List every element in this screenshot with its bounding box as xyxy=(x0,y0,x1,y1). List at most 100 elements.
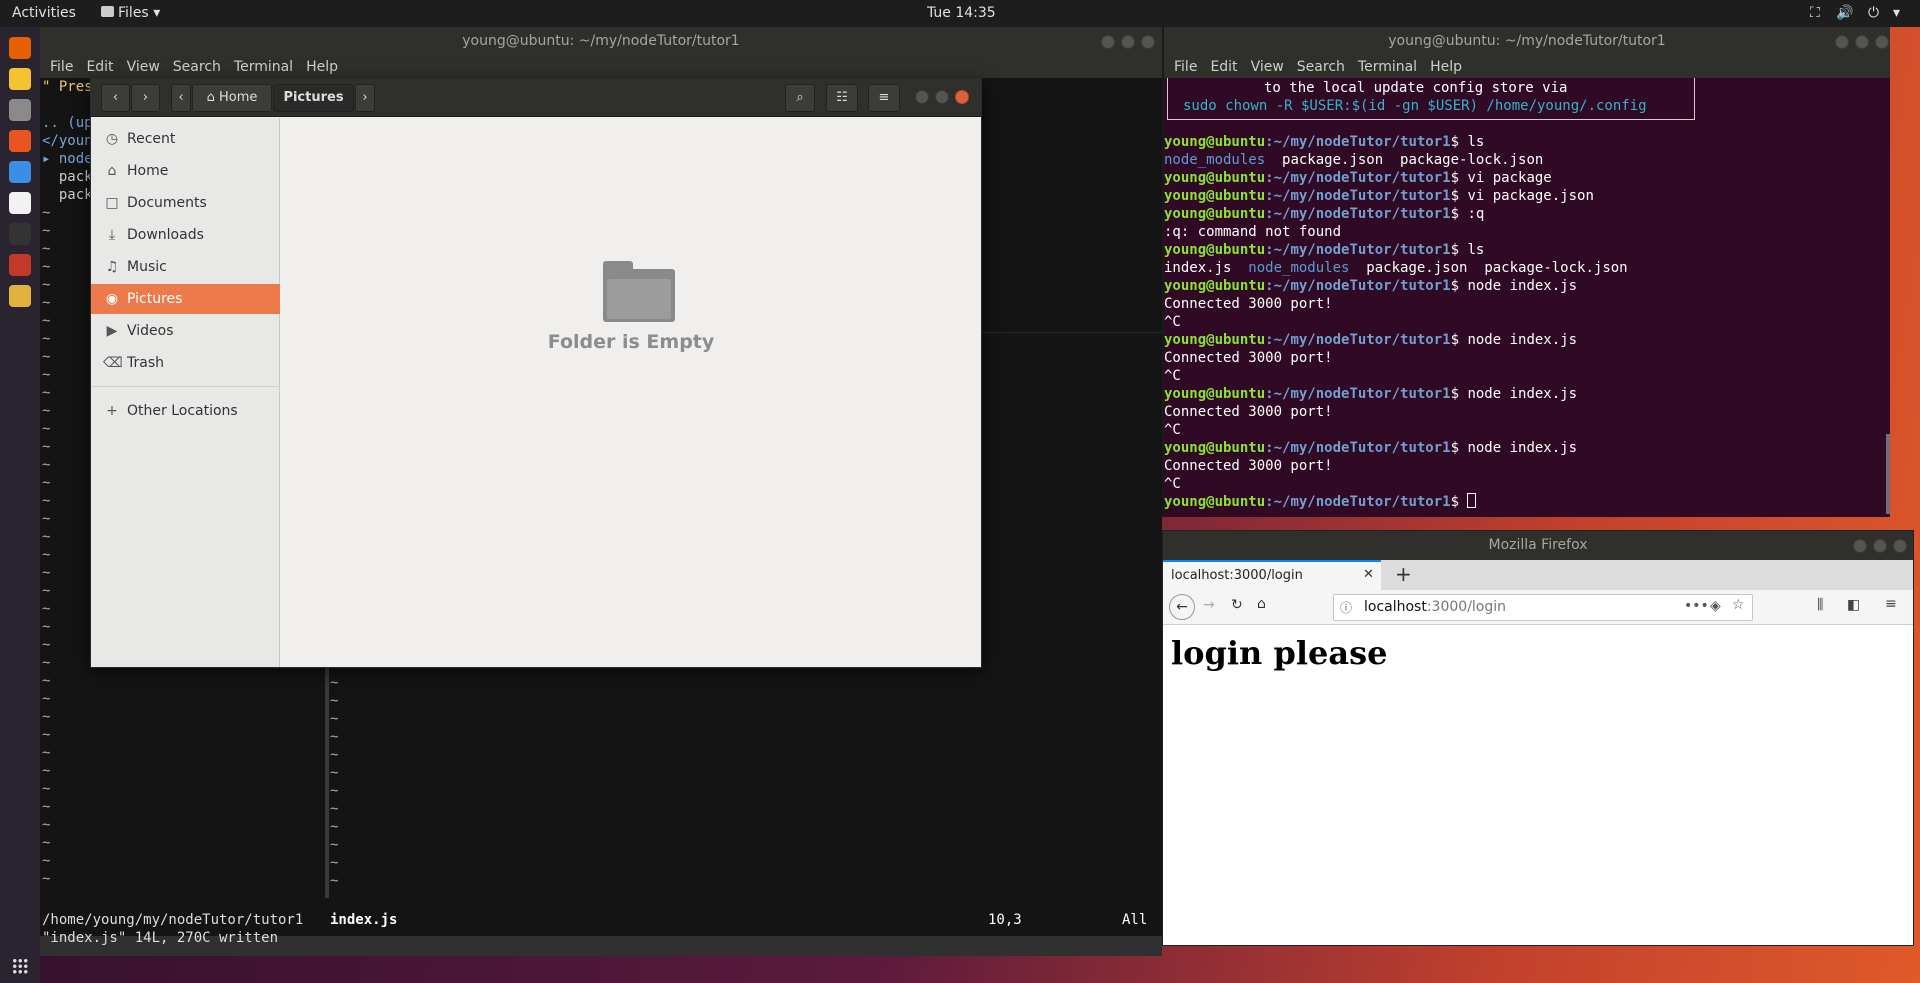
menu-edit[interactable]: Edit xyxy=(86,56,113,78)
minimize-button[interactable] xyxy=(1835,35,1849,49)
library-icon[interactable]: ⫼ xyxy=(1817,597,1823,613)
sublime-icon[interactable] xyxy=(9,285,31,307)
reload-button[interactable]: ↻ xyxy=(1231,597,1243,613)
view-options-button[interactable]: ☷ xyxy=(826,84,858,112)
menu-file[interactable]: File xyxy=(50,56,73,78)
prompt-sign: $ xyxy=(1450,440,1468,456)
sidebar-item-pictures[interactable]: ◉ Pictures xyxy=(91,284,280,314)
help-icon[interactable] xyxy=(9,161,31,183)
forward-button[interactable]: › xyxy=(131,84,160,112)
sidebar-item-recent[interactable]: ◷ Recent xyxy=(91,124,280,154)
menu-search[interactable]: Search xyxy=(1297,56,1345,78)
menu-view[interactable]: View xyxy=(1251,56,1284,78)
sidebar-item-other-locations[interactable]: + Other Locations xyxy=(91,396,280,426)
close-tab-icon[interactable]: ✕ xyxy=(1363,567,1374,582)
software-icon[interactable] xyxy=(9,130,31,152)
sidebar-item-videos[interactable]: ▶ Videos xyxy=(91,316,280,346)
bookmark-star-icon[interactable]: ☆ xyxy=(1732,597,1745,613)
pocket-icon[interactable]: ◈ xyxy=(1710,598,1721,614)
site-info-icon[interactable]: ⓘ xyxy=(1340,599,1352,616)
command-text: node index.js xyxy=(1467,440,1578,456)
vim-empty-line: ~ xyxy=(330,747,339,763)
sidebar-item-label: Recent xyxy=(127,131,176,147)
cursor xyxy=(1467,493,1477,508)
ls-directory: node_modules xyxy=(1164,152,1266,168)
sidebar-item-documents[interactable]: □ Documents xyxy=(91,188,280,218)
vim-empty-line: ~ xyxy=(42,727,51,743)
close-button[interactable] xyxy=(955,90,969,104)
files-headerbar: ‹ › ‹ ⌂ Home Pictures › ⌕ ☷ ≡ xyxy=(91,79,981,117)
maximize-button[interactable] xyxy=(1855,35,1869,49)
new-tab-button[interactable]: + xyxy=(1395,562,1412,586)
prompt-path: :~/my/nodeTutor/tutor1 xyxy=(1265,170,1451,186)
power-icon[interactable]: ⏻ xyxy=(1868,5,1879,21)
close-button[interactable] xyxy=(1893,539,1907,553)
page-actions-icon[interactable]: ••• xyxy=(1684,598,1709,614)
menu-bar: File Edit View Search Terminal Help xyxy=(40,56,1162,78)
terminal-window: young@ubuntu: ~/my/nodeTutor/tutor1 File… xyxy=(1162,27,1890,517)
path-scroll-right-button[interactable]: › xyxy=(355,84,375,112)
menu-help[interactable]: Help xyxy=(1430,56,1462,78)
vim-empty-line: ~ xyxy=(330,819,339,835)
hamburger-menu-icon[interactable]: ≡ xyxy=(1885,596,1897,612)
menu-view[interactable]: View xyxy=(127,56,160,78)
file-view[interactable]: Folder is Empty xyxy=(281,118,981,667)
network-icon[interactable]: ⛶ xyxy=(1810,5,1820,21)
close-button[interactable] xyxy=(1875,35,1889,49)
sidebar-icon[interactable]: ◧ xyxy=(1847,597,1860,613)
minimize-button[interactable] xyxy=(1853,539,1867,553)
path-scroll-left-button[interactable]: ‹ xyxy=(171,84,191,112)
close-button[interactable] xyxy=(1141,35,1155,49)
sidebar-item-downloads[interactable]: ⤓ Downloads xyxy=(91,220,280,250)
terminal-output[interactable]: to the local update config store via sud… xyxy=(1164,78,1890,517)
sidebar-item-home[interactable]: ⌂ Home xyxy=(91,156,280,186)
menu-terminal[interactable]: Terminal xyxy=(234,56,293,78)
files-icon[interactable] xyxy=(9,99,31,121)
vim-empty-line: ~ xyxy=(330,765,339,781)
url-bar[interactable]: ⓘ localhost:3000/login ••• ◈ ☆ xyxy=(1333,594,1753,621)
activities-button[interactable]: Activities xyxy=(12,5,76,21)
menu-terminal[interactable]: Terminal xyxy=(1358,56,1417,78)
terminal-icon[interactable] xyxy=(9,223,31,245)
menu-search[interactable]: Search xyxy=(173,56,221,78)
volume-icon[interactable]: 🔊 xyxy=(1836,5,1853,21)
clock[interactable]: Tue 14:35 xyxy=(927,5,996,21)
back-button[interactable]: ← xyxy=(1169,594,1195,620)
search-button[interactable]: ⌕ xyxy=(785,84,815,112)
amazon-icon[interactable] xyxy=(9,192,31,214)
app-menu[interactable]: Files ▾ xyxy=(101,5,171,21)
sidebar-item-music[interactable]: ♫ Music xyxy=(91,252,280,282)
back-button[interactable]: ‹ xyxy=(101,84,130,112)
forward-button[interactable]: → xyxy=(1203,597,1215,613)
menu-button[interactable]: ≡ xyxy=(868,84,900,112)
screenshot-icon[interactable] xyxy=(9,254,31,276)
show-apps-icon[interactable] xyxy=(12,958,28,974)
browser-tab[interactable]: localhost:3000/login ✕ xyxy=(1163,560,1381,590)
menu-bar: File Edit View Search Terminal Help xyxy=(1164,56,1890,78)
rhythmbox-icon[interactable] xyxy=(9,68,31,90)
breadcrumb-current[interactable]: Pictures xyxy=(273,84,354,112)
terminal-line: young@ubuntu:~/my/nodeTutor/tutor1$ :q xyxy=(1164,205,1484,223)
scrollbar[interactable] xyxy=(1886,434,1890,514)
command-text: :q xyxy=(1467,206,1485,222)
terminal-line: young@ubuntu:~/my/nodeTutor/tutor1$ ls xyxy=(1164,241,1484,259)
maximize-button[interactable] xyxy=(1873,539,1887,553)
sidebar-item-label: Pictures xyxy=(127,291,183,307)
minimize-button[interactable] xyxy=(1101,35,1115,49)
vim-empty-line: ~ xyxy=(42,259,51,275)
terminal-line: ^C xyxy=(1164,475,1181,493)
menu-help[interactable]: Help xyxy=(306,56,338,78)
chevron-down-icon[interactable]: ▾ xyxy=(1893,5,1900,21)
terminal-line: Connected 3000 port! xyxy=(1164,403,1333,421)
home-button[interactable]: ⌂ xyxy=(1257,596,1266,612)
menu-file[interactable]: File xyxy=(1174,56,1197,78)
vim-empty-line: ~ xyxy=(42,331,51,347)
app-menu-label: Files xyxy=(118,5,149,21)
menu-edit[interactable]: Edit xyxy=(1210,56,1237,78)
minimize-button[interactable] xyxy=(915,90,929,104)
maximize-button[interactable] xyxy=(1121,35,1135,49)
breadcrumb-home[interactable]: ⌂ Home xyxy=(192,84,272,112)
firefox-icon[interactable] xyxy=(9,37,31,59)
maximize-button[interactable] xyxy=(935,90,949,104)
sidebar-item-trash[interactable]: ⌫ Trash xyxy=(91,348,280,378)
